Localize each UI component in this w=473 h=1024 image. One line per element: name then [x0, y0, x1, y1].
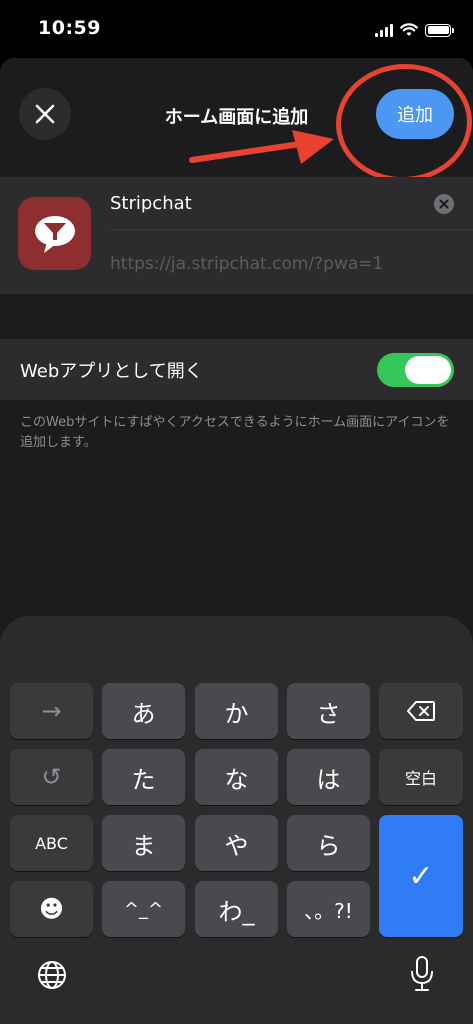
- key-ka[interactable]: か: [195, 683, 278, 739]
- key-wa[interactable]: わ_: [195, 881, 278, 937]
- key-ra[interactable]: ら: [287, 815, 370, 871]
- webapp-label: Webアプリとして開く: [20, 361, 203, 382]
- card-divider: [110, 229, 473, 230]
- key-ma[interactable]: ま: [102, 815, 185, 871]
- key-a[interactable]: あ: [102, 683, 185, 739]
- wifi-icon: [400, 23, 418, 36]
- app-icon: [18, 197, 91, 270]
- app-name-field[interactable]: Stripchat: [110, 193, 192, 214]
- undo-key[interactable]: ↺: [10, 749, 93, 805]
- chat-bubble-icon: [34, 215, 75, 253]
- space-key[interactable]: 空白: [379, 749, 463, 805]
- confirm-key[interactable]: ✓: [379, 815, 463, 937]
- status-time: 10:59: [38, 17, 101, 39]
- delete-key[interactable]: [379, 683, 463, 739]
- microphone-button[interactable]: [402, 953, 442, 995]
- webapp-toggle[interactable]: [377, 353, 454, 387]
- key-ta[interactable]: た: [102, 749, 185, 805]
- microphone-icon: [411, 956, 433, 991]
- key-kaomoji[interactable]: ^_^: [102, 881, 185, 937]
- status-icons: [375, 19, 454, 41]
- globe-icon: [38, 961, 66, 989]
- abc-key[interactable]: ABC: [10, 815, 93, 871]
- globe-button[interactable]: [32, 955, 72, 995]
- webapp-description: このWebサイトにすばやくアクセスできるようにホーム画面にアイコンを追加します。: [20, 415, 450, 450]
- key-arrow[interactable]: →: [10, 683, 93, 739]
- key-punctuation[interactable]: 、。?!: [287, 881, 370, 937]
- battery-icon: [425, 23, 454, 37]
- clear-icon: [439, 199, 449, 209]
- annotation-arrow-icon: [189, 130, 334, 164]
- key-ha[interactable]: は: [287, 749, 370, 805]
- delete-icon: [407, 701, 435, 721]
- clear-name-button[interactable]: [434, 194, 454, 214]
- key-sa[interactable]: さ: [287, 683, 370, 739]
- app-url: https://ja.stripchat.com/?pwa=1: [110, 254, 384, 274]
- emoji-key[interactable]: ☻: [10, 881, 93, 937]
- key-ya[interactable]: や: [195, 815, 278, 871]
- key-na[interactable]: な: [195, 749, 278, 805]
- signal-icon: [375, 23, 393, 37]
